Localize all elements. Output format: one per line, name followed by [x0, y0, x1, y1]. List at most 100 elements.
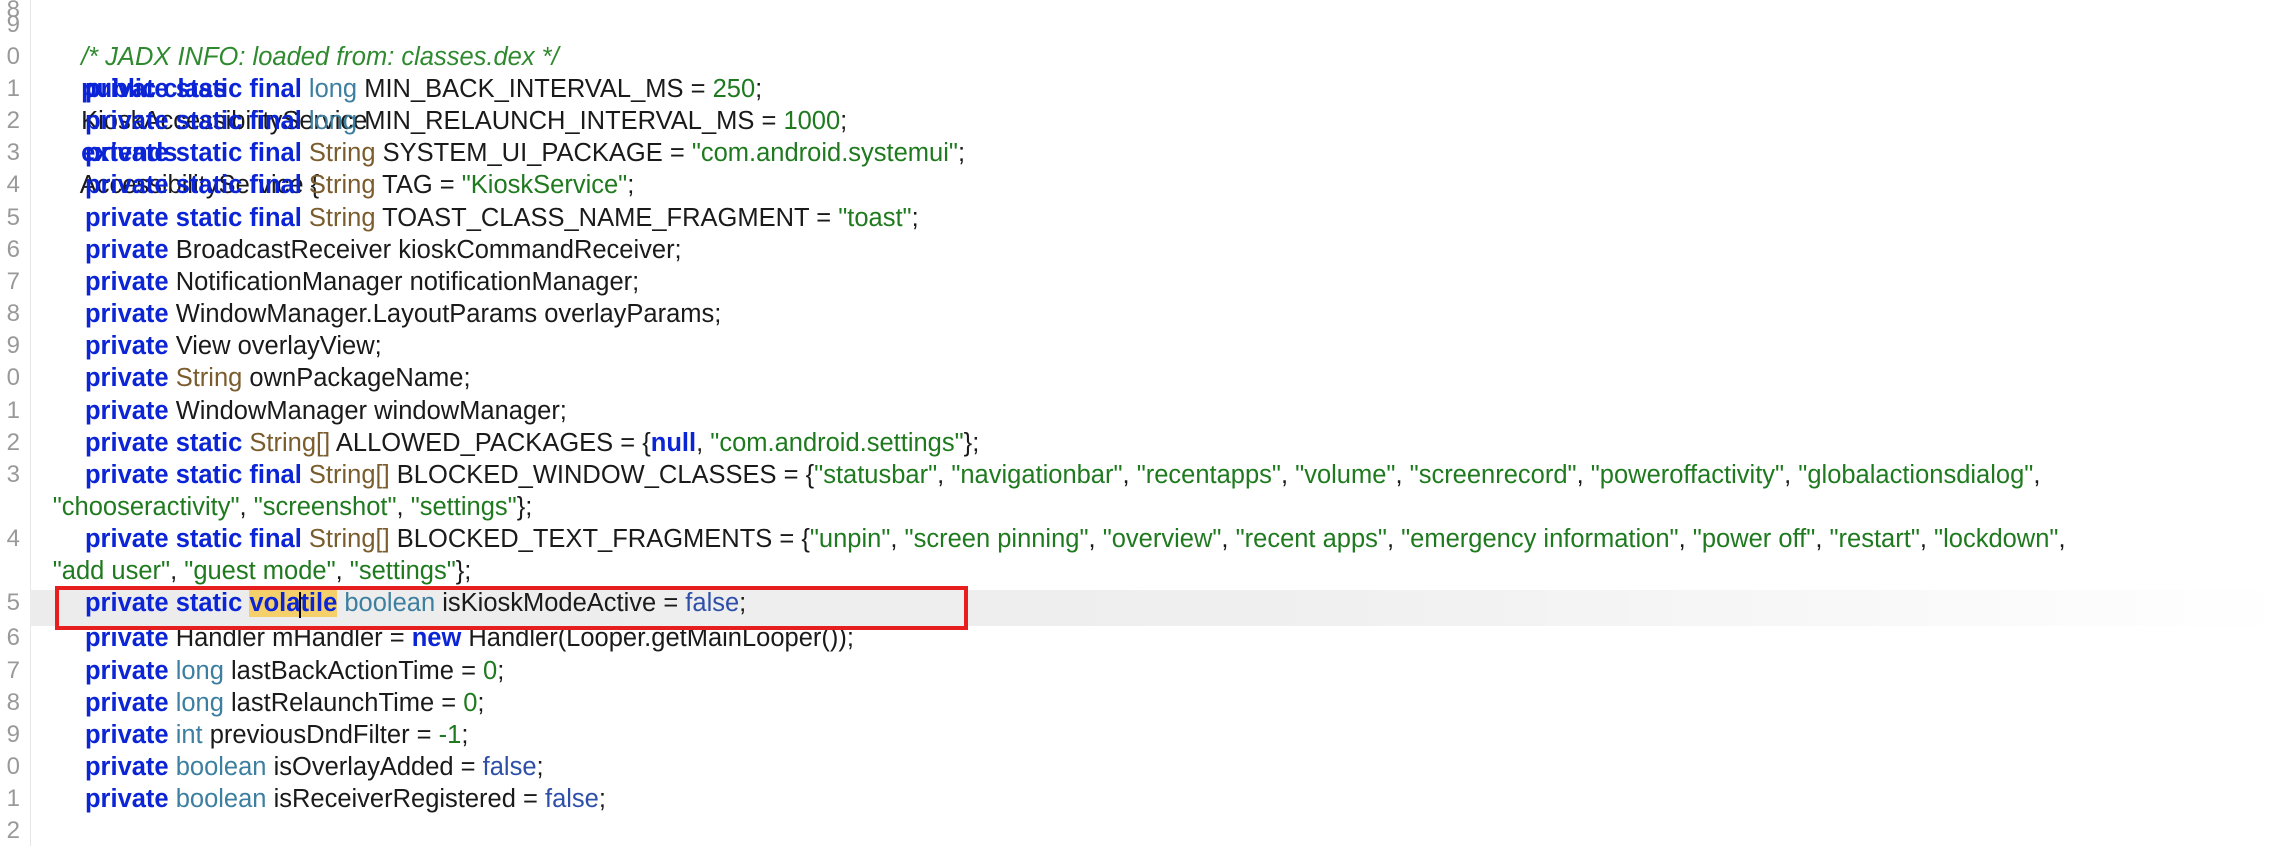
code-line-field[interactable]: private static final long MIN_BACK_INTER…	[85, 73, 2286, 105]
array-value: "navigationbar"	[951, 460, 1123, 489]
modifiers: private static final	[84, 171, 302, 200]
line-number: 6	[6, 624, 20, 652]
code-line-continuation[interactable]: "chooseractivity", "screenshot", "settin…	[53, 491, 2286, 523]
array-value: "guest mode"	[184, 557, 336, 586]
field-decl: NotificationManager notificationManager;	[175, 267, 640, 296]
modifiers: private static final	[84, 75, 302, 104]
line-number: 5	[6, 203, 20, 231]
value: "com.android.settings"	[710, 428, 964, 457]
separator: ,	[696, 428, 711, 457]
code-line-field[interactable]: private long lastRelaunchTime = 0;	[85, 687, 2286, 719]
type: int	[175, 720, 203, 749]
terminator: ;	[536, 753, 544, 782]
array-value: "settings"	[349, 557, 456, 586]
array-value: "recent apps"	[1235, 525, 1387, 554]
code-line-class-decl[interactable]: public class KioskAccessibilityService e…	[53, 41, 2286, 199]
type: boolean	[175, 753, 267, 782]
type: long	[308, 75, 358, 104]
value: "com.android.systemui"	[691, 139, 958, 168]
modifiers: private	[84, 720, 169, 749]
field-decl: lastRelaunchTime =	[231, 688, 464, 717]
terminator: ;	[477, 688, 485, 717]
modifiers: private static final	[84, 139, 302, 168]
array-value: "lockdown"	[1934, 525, 2059, 554]
code-line-field[interactable]: private static final String SYSTEM_UI_PA…	[85, 137, 2286, 169]
array-value: "screenrecord"	[1409, 460, 1577, 489]
line-number: 9	[6, 332, 20, 360]
array-value: "restart"	[1829, 525, 1920, 554]
code-line-field[interactable]: private static final long MIN_RELAUNCH_I…	[85, 105, 2286, 137]
code-line-field[interactable]: private static final String TAG = "Kiosk…	[85, 169, 2286, 201]
code-line-field[interactable]: private static final String TOAST_CLASS_…	[85, 202, 2286, 234]
field-decl: ALLOWED_PACKAGES = {	[335, 428, 651, 457]
array-value: "poweroffactivity"	[1590, 460, 1785, 489]
terminator: ;	[840, 107, 848, 136]
code-line-continuation[interactable]: "add user", "guest mode", "settings"};	[53, 555, 2286, 587]
code-line-field[interactable]: private int previousDndFilter = -1;	[85, 719, 2286, 751]
modifiers: private	[84, 300, 169, 329]
array-value: "overview"	[1102, 525, 1222, 554]
code-line-field[interactable]: private View overlayView;	[85, 330, 2286, 362]
terminator: ;	[497, 656, 505, 685]
line-number: 4	[6, 525, 20, 553]
code-line-comment[interactable]: /* JADX INFO: loaded from: classes.dex *…	[53, 9, 2286, 71]
field-decl: WindowManager.LayoutParams overlayParams…	[175, 300, 722, 329]
code-line-field[interactable]: private boolean isOverlayAdded = false;	[85, 751, 2286, 783]
modifiers: private	[84, 688, 169, 717]
type: String	[308, 139, 376, 168]
array-value: "screenshot"	[253, 492, 397, 521]
line-number: 5	[6, 589, 20, 617]
field-decl: TOAST_CLASS_NAME_FRAGMENT =	[382, 203, 839, 232]
field-decl: View overlayView;	[175, 332, 382, 361]
modifiers: private static final	[84, 460, 302, 489]
line-number: 4	[6, 171, 20, 199]
code-line-field[interactable]: private WindowManager windowManager;	[85, 395, 2286, 427]
array-value: "recentapps"	[1136, 460, 1281, 489]
array-value: "power off"	[1692, 525, 1816, 554]
line-number: 8	[6, 688, 20, 716]
code-line-field[interactable]: private boolean isReceiverRegistered = f…	[85, 783, 2286, 815]
annotation-highlight-box	[55, 586, 968, 630]
array-value: "emergency information"	[1401, 525, 1679, 554]
terminator: ;	[957, 139, 966, 168]
line-number	[0, 555, 20, 587]
code-line-field[interactable]: private WindowManager.LayoutParams overl…	[85, 298, 2286, 330]
modifiers: private	[84, 332, 169, 361]
terminator: ;	[911, 203, 919, 232]
line-number: 3	[6, 460, 20, 488]
array-value: "statusbar"	[814, 460, 938, 489]
array-value: "volume"	[1295, 460, 1396, 489]
code-line-field[interactable]: private NotificationManager notification…	[85, 266, 2286, 298]
code-line-field[interactable]: private static final String[] BLOCKED_WI…	[85, 459, 2286, 491]
terminator: ;	[627, 171, 635, 200]
field-decl: isReceiverRegistered =	[273, 785, 545, 814]
code-line-field[interactable]: private static final String[] BLOCKED_TE…	[85, 523, 2286, 555]
array-value: "add user"	[52, 557, 171, 586]
type: String	[308, 203, 376, 232]
modifiers: private	[84, 785, 169, 814]
code-editor[interactable]: 8901234567890123456789012 /* JADX INFO: …	[0, 0, 2286, 846]
line-number: 8	[6, 300, 20, 328]
line-number: 1	[6, 75, 20, 103]
value: "toast"	[838, 203, 912, 232]
code-line-field[interactable]: private static String[] ALLOWED_PACKAGES…	[85, 427, 2286, 459]
value: 250	[712, 75, 756, 104]
field-decl: BroadcastReceiver kioskCommandReceiver;	[175, 235, 682, 264]
type: boolean	[175, 785, 267, 814]
type: String[]	[308, 460, 390, 489]
value: 0	[463, 688, 478, 717]
line-number: 3	[6, 139, 20, 167]
line-number-gutter: 8901234567890123456789012	[0, 0, 31, 846]
type: String	[175, 364, 243, 393]
value: 0	[483, 656, 498, 685]
array-value: "globalactionsdialog"	[1798, 460, 2034, 489]
code-line-field[interactable]: private BroadcastReceiver kioskCommandRe…	[85, 234, 2286, 266]
modifiers: private static	[84, 428, 243, 457]
terminator: };	[516, 492, 533, 521]
code-line-field[interactable]: private long lastBackActionTime = 0;	[85, 655, 2286, 687]
code-line-field[interactable]: private String ownPackageName;	[85, 362, 2286, 394]
line-number: 2	[6, 107, 20, 135]
type: String[]	[308, 525, 390, 554]
value: false	[482, 753, 537, 782]
type: long	[175, 656, 224, 685]
